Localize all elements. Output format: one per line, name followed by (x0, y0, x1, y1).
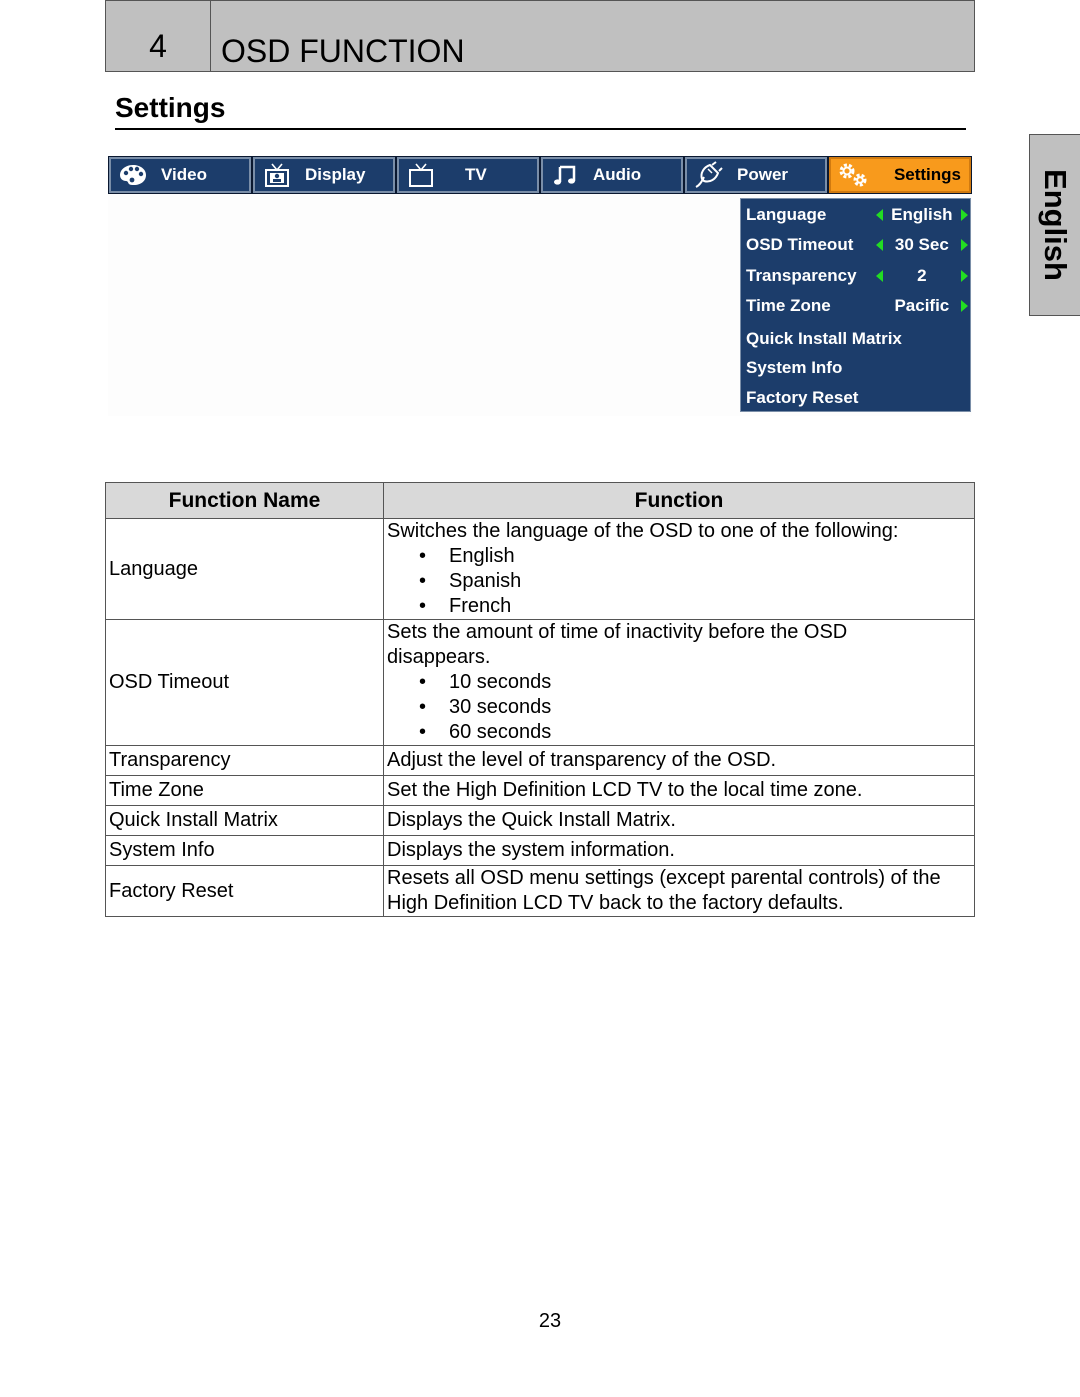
arrow-right-icon[interactable] (958, 270, 970, 282)
osd-menu-value: Pacific (894, 296, 950, 315)
osd-settings-menu: Language English OSD Timeout 30 Sec Tran… (740, 198, 971, 412)
bullet-item: 60 seconds (387, 720, 971, 745)
function-name-cell: Factory Reset (105, 865, 384, 917)
palette-icon (115, 161, 151, 189)
osd-menu-value: 30 Sec (894, 235, 949, 254)
bullet-item: French (387, 594, 971, 619)
function-table: Function Name Function Language Switches… (105, 482, 975, 917)
function-desc-cell: Displays the Quick Install Matrix. (383, 805, 975, 836)
bullet-list: English Spanish French (387, 544, 971, 619)
osd-tab-label: Display (305, 165, 366, 184)
osd-tab-tv[interactable]: TV (396, 156, 540, 194)
table-row: Quick Install Matrix Displays the Quick … (105, 805, 975, 836)
osd-tab-label: Power (737, 165, 789, 184)
osd-tab-label: Audio (593, 165, 642, 184)
language-side-tab-label: English (1038, 169, 1073, 281)
table-row: System Info Displays the system informat… (105, 835, 975, 866)
osd-tab-bar: Video Display TV Audio Power Settings (108, 156, 972, 194)
display-tv-icon (259, 161, 295, 189)
function-name-cell: Quick Install Matrix (105, 805, 384, 836)
tv-icon (403, 161, 439, 189)
arrow-right-icon[interactable] (958, 300, 970, 312)
osd-menu-label: Time Zone (746, 296, 831, 315)
function-desc-text: Sets the amount of time of inactivity be… (387, 621, 848, 643)
section-title: Settings (115, 92, 226, 123)
function-desc-cell: Resets all OSD menu settings (except par… (383, 865, 975, 917)
arrow-left-icon[interactable] (874, 239, 886, 251)
osd-menu-item-transparency[interactable]: Transparency 2 (746, 262, 970, 290)
function-desc-cell: Set the High Definition LCD TV to the lo… (383, 775, 975, 806)
section-divider (115, 128, 966, 130)
osd-menu-value: 2 (917, 266, 927, 285)
bullet-item: 30 seconds (387, 695, 971, 720)
page-number: 23 (538, 1310, 562, 1332)
function-desc-text: Switches the language of the OSD to one … (387, 520, 899, 542)
arrow-left-icon[interactable] (874, 270, 886, 282)
table-row: Time Zone Set the High Definition LCD TV… (105, 775, 975, 806)
bullet-item: English (387, 544, 971, 569)
table-row: Factory Reset Resets all OSD menu settin… (105, 865, 975, 917)
function-desc-text: Resets all OSD menu settings (except par… (387, 867, 941, 889)
function-name-cell: OSD Timeout (105, 619, 384, 746)
function-name-cell: Transparency (105, 745, 384, 776)
function-desc-cell: Displays the system information. (383, 835, 975, 866)
table-row: OSD Timeout Sets the amount of time of i… (105, 619, 975, 746)
table-row: Transparency Adjust the level of transpa… (105, 745, 975, 776)
function-desc-text: disappears. (387, 646, 491, 668)
osd-menu-label: Language (746, 205, 827, 224)
osd-menu-label: Quick Install Matrix (746, 329, 902, 348)
function-desc-cell: Switches the language of the OSD to one … (383, 518, 975, 620)
column-header-function: Function (383, 482, 975, 519)
column-header-function-name: Function Name (105, 482, 384, 519)
osd-tab-label: TV (465, 165, 487, 184)
osd-tab-settings[interactable]: Settings (828, 156, 972, 194)
chapter-number: 4 (106, 1, 211, 71)
table-row: Language Switches the language of the OS… (105, 518, 975, 620)
music-note-icon (547, 161, 583, 189)
osd-tab-label: Video (161, 165, 207, 184)
osd-menu-item-osd-timeout[interactable]: OSD Timeout 30 Sec (746, 231, 970, 259)
function-desc-cell: Adjust the level of transparency of the … (383, 745, 975, 776)
function-desc-cell: Sets the amount of time of inactivity be… (383, 619, 975, 746)
power-plug-icon (691, 161, 727, 189)
osd-menu-label: System Info (746, 358, 843, 377)
language-side-tab: English (1029, 134, 1080, 316)
osd-tab-video[interactable]: Video (108, 156, 252, 194)
chapter-title: OSD FUNCTION (221, 33, 465, 69)
osd-menu-item-time-zone[interactable]: Time Zone Pacific (746, 292, 970, 320)
osd-menu-label: Transparency (746, 266, 857, 285)
osd-menu-item-system-info[interactable]: System Info (746, 354, 970, 382)
function-desc-text: High Definition LCD TV back to the facto… (387, 892, 844, 914)
bullet-item: 10 seconds (387, 670, 971, 695)
osd-tab-audio[interactable]: Audio (540, 156, 684, 194)
osd-menu-item-language[interactable]: Language English (746, 201, 970, 229)
chapter-header: 4 OSD FUNCTION (105, 0, 975, 72)
osd-menu-label: Factory Reset (746, 388, 859, 407)
osd-tab-power[interactable]: Power (684, 156, 828, 194)
bullet-item: Spanish (387, 569, 971, 594)
osd-tab-display[interactable]: Display (252, 156, 396, 194)
function-name-cell: Language (105, 518, 384, 620)
arrow-left-icon[interactable] (874, 209, 886, 221)
gears-icon (835, 161, 871, 189)
arrow-right-icon[interactable] (958, 209, 970, 221)
osd-menu-value: English (891, 205, 953, 224)
osd-menu-label: OSD Timeout (746, 235, 854, 254)
table-header-row: Function Name Function (105, 482, 975, 519)
osd-menu-item-quick-install-matrix[interactable]: Quick Install Matrix (746, 325, 970, 353)
function-name-cell: System Info (105, 835, 384, 866)
function-name-cell: Time Zone (105, 775, 384, 806)
bullet-list: 10 seconds 30 seconds 60 seconds (387, 670, 971, 745)
osd-tab-label: Settings (893, 165, 961, 184)
osd-menu-item-factory-reset[interactable]: Factory Reset (746, 384, 970, 412)
arrow-right-icon[interactable] (958, 239, 970, 251)
